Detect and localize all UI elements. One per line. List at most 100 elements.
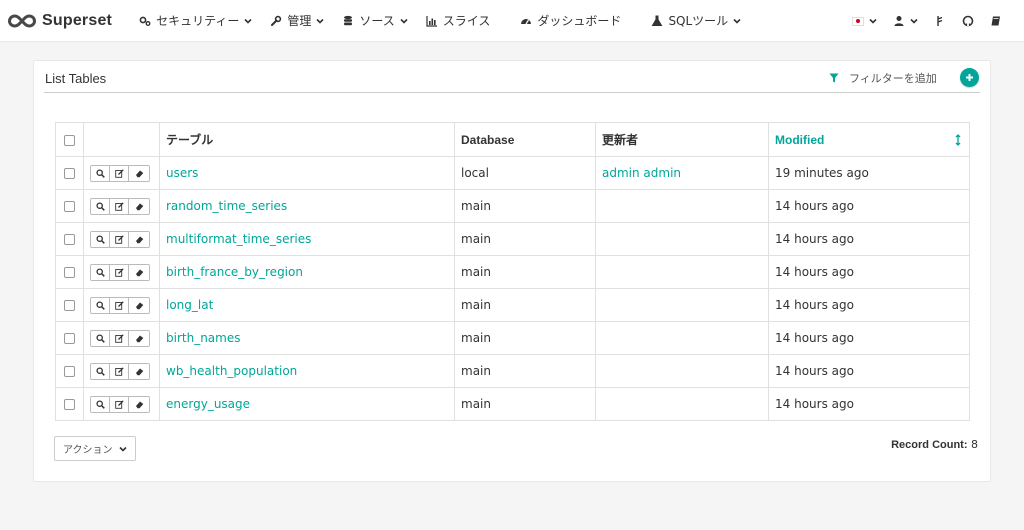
brand[interactable]: Superset (8, 12, 112, 30)
column-header-modified[interactable]: Modified (768, 122, 970, 157)
edit-record-button[interactable] (110, 198, 129, 214)
actions-dropdown[interactable]: アクション (54, 436, 136, 461)
show-record-button[interactable] (91, 396, 110, 412)
eraser-icon (135, 203, 143, 210)
edit-icon (114, 234, 124, 244)
row-action-group (90, 296, 150, 314)
table-name-link[interactable]: users (166, 166, 198, 180)
modified-cell: 14 hours ago (768, 354, 970, 388)
show-record-button[interactable] (91, 297, 110, 313)
sort-icon (955, 134, 961, 146)
row-select-cell (55, 321, 84, 355)
database-cell: main (454, 321, 596, 355)
delete-record-button[interactable] (129, 231, 149, 247)
row-checkbox[interactable] (64, 234, 75, 245)
user-menu[interactable] (885, 0, 926, 42)
delete-record-button[interactable] (129, 297, 149, 313)
table-row: energy_usage main 14 hours ago (55, 387, 970, 421)
table-name-link[interactable]: long_lat (166, 298, 213, 312)
chevron-down-icon (869, 18, 877, 24)
delete-record-button[interactable] (129, 198, 149, 214)
search-icon (95, 267, 105, 277)
version-info[interactable] (926, 0, 954, 42)
changed-by-link[interactable]: admin admin (602, 166, 681, 180)
show-record-button[interactable] (91, 165, 110, 181)
row-action-group (90, 164, 150, 182)
edit-record-button[interactable] (110, 297, 129, 313)
search-icon (95, 333, 105, 343)
search-icon (95, 168, 105, 178)
nav-slices[interactable]: スライス (417, 0, 500, 42)
row-action-group (90, 263, 150, 281)
edit-record-button[interactable] (110, 363, 129, 379)
table-name-cell: energy_usage (159, 387, 455, 421)
version-icon (937, 16, 943, 26)
table-name-link[interactable]: energy_usage (166, 397, 250, 411)
table-row: birth_names main 14 hours ago (55, 321, 970, 355)
row-checkbox[interactable] (64, 267, 75, 278)
edit-record-button[interactable] (110, 330, 129, 346)
table-row: birth_france_by_region main 14 hours ago (55, 255, 970, 289)
show-record-button[interactable] (91, 231, 110, 247)
table-name-link[interactable]: random_time_series (166, 199, 287, 213)
nav-security[interactable]: セキュリティー (130, 0, 261, 42)
nav-sources[interactable]: ソース (333, 0, 416, 42)
nav-manage[interactable]: 管理 (261, 0, 333, 42)
table-name-link[interactable]: birth_names (166, 331, 240, 345)
edit-record-button[interactable] (110, 231, 129, 247)
column-header-table[interactable]: テーブル (159, 122, 455, 157)
show-record-button[interactable] (91, 264, 110, 280)
edit-record-button[interactable] (110, 165, 129, 181)
show-record-button[interactable] (91, 363, 110, 379)
delete-record-button[interactable] (129, 264, 149, 280)
edit-icon (114, 399, 124, 409)
row-checkbox[interactable] (64, 201, 75, 212)
row-select-cell (55, 387, 84, 421)
column-header-database[interactable]: Database (454, 122, 596, 157)
table-name-cell: birth_france_by_region (159, 255, 455, 289)
table-name-cell: multiformat_time_series (159, 222, 455, 256)
delete-record-button[interactable] (129, 363, 149, 379)
modified-cell: 14 hours ago (768, 255, 970, 289)
database-icon (344, 15, 353, 25)
changed-by-cell: admin admin (595, 156, 769, 190)
table-row: multiformat_time_series main 14 hours ag… (55, 222, 970, 256)
nav-dashboards[interactable]: ダッシュボード (511, 0, 630, 42)
modified-cell: 14 hours ago (768, 288, 970, 322)
database-cell: main (454, 288, 596, 322)
nav-sql-tools[interactable]: SQLツール (642, 0, 750, 42)
row-checkbox[interactable] (64, 366, 75, 377)
gears-icon (139, 16, 151, 26)
row-checkbox[interactable] (64, 300, 75, 311)
delete-record-button[interactable] (129, 165, 149, 181)
add-record-button[interactable] (960, 68, 979, 87)
show-record-button[interactable] (91, 198, 110, 214)
edit-record-button[interactable] (110, 264, 129, 280)
row-checkbox[interactable] (64, 333, 75, 344)
column-header-changed-by[interactable]: 更新者 (595, 122, 769, 157)
edit-icon (114, 333, 124, 343)
table-row: users local admin admin 19 minutes ago (55, 156, 970, 190)
select-all-checkbox[interactable] (64, 134, 75, 146)
edit-record-button[interactable] (110, 396, 129, 412)
delete-record-button[interactable] (129, 330, 149, 346)
table-name-link[interactable]: multiformat_time_series (166, 232, 311, 246)
github-link[interactable] (954, 0, 982, 42)
language-menu[interactable] (844, 0, 885, 42)
row-checkbox[interactable] (64, 168, 75, 179)
brand-name: Superset (42, 11, 113, 29)
table-name-link[interactable]: wb_health_population (166, 364, 297, 378)
show-record-button[interactable] (91, 330, 110, 346)
row-actions-cell (83, 255, 160, 289)
table-name-link[interactable]: birth_france_by_region (166, 265, 303, 279)
flask-icon (652, 15, 663, 26)
eraser-icon (135, 368, 143, 375)
row-select-cell (55, 288, 84, 322)
table-name-cell: users (159, 156, 455, 190)
add-filter-button[interactable]: フィルターを追加 (829, 70, 937, 86)
docs-link[interactable] (982, 0, 1010, 42)
delete-record-button[interactable] (129, 396, 149, 412)
row-checkbox[interactable] (64, 399, 75, 410)
nav-sql-tools-label: SQLツール (668, 14, 729, 28)
chevron-down-icon (316, 18, 324, 24)
